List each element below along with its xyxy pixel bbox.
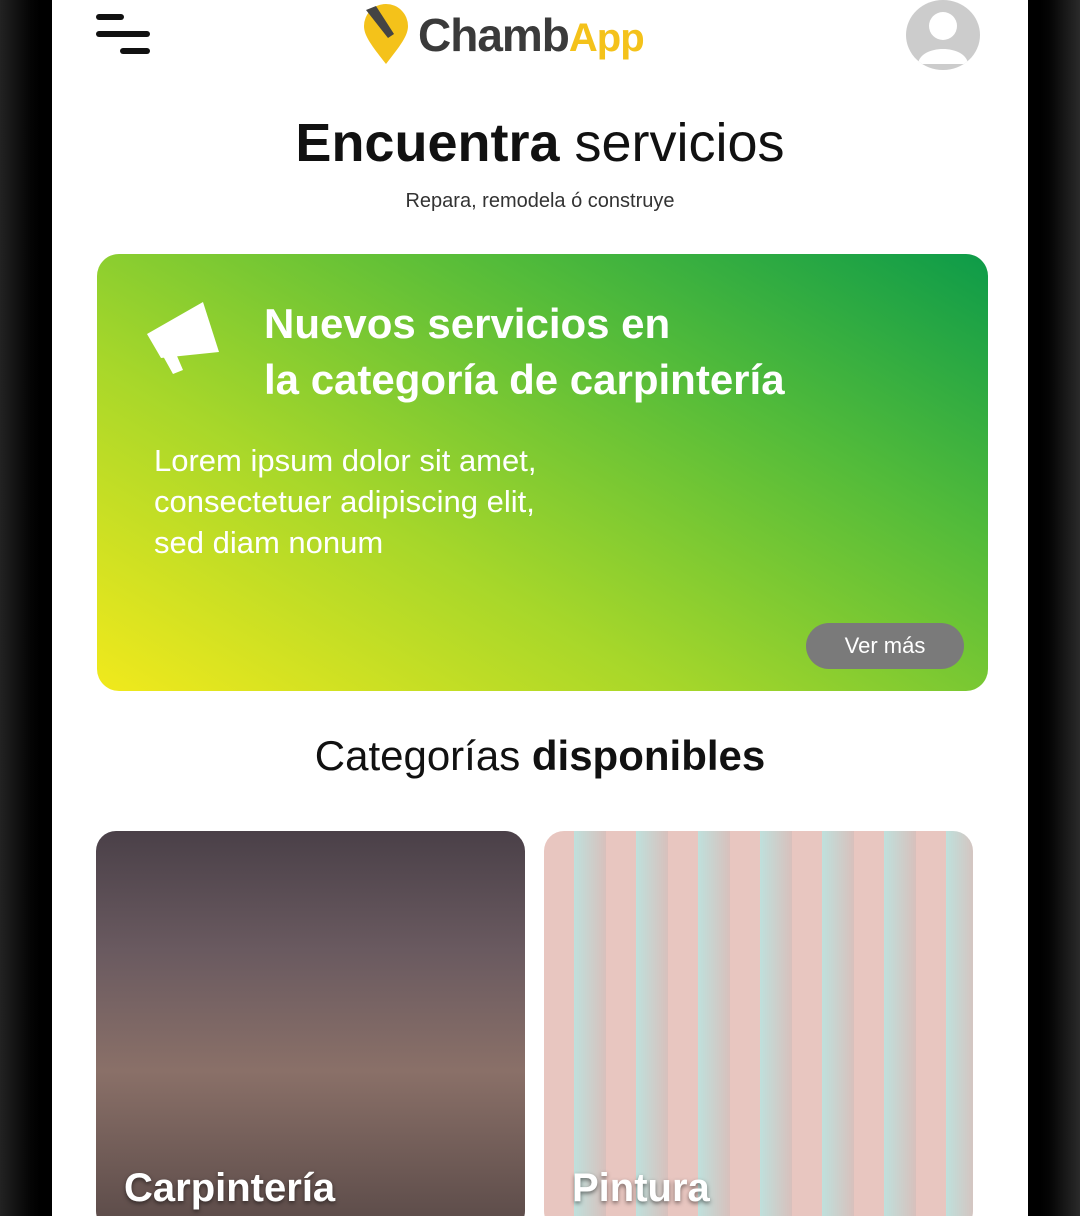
logo-text: Chamb xyxy=(418,9,570,61)
app-logo: ChambApp xyxy=(362,4,645,66)
banner-headline: Nuevos servicios en la categoría de carpi… xyxy=(264,300,785,403)
page-subtitle: Repara, remodela ó construye xyxy=(405,190,675,212)
see-more-button[interactable]: Ver más xyxy=(806,623,964,669)
category-card-carpinteria[interactable]: Carpintería xyxy=(96,831,525,1216)
menu-icon[interactable] xyxy=(96,14,150,58)
category-label: Pintura xyxy=(572,1166,710,1210)
profile-avatar-icon[interactable] xyxy=(906,0,980,70)
app-screen: ChambApp Encuentra servicios Repara, rem… xyxy=(52,0,1028,1216)
page-title: Encuentra servicios xyxy=(295,113,785,173)
categories-title: Categorías disponibles xyxy=(314,732,766,779)
category-card-pintura[interactable]: Pintura xyxy=(544,831,973,1216)
promo-banner[interactable]: Nuevos servicios en la categoría de carpi… xyxy=(97,254,988,691)
category-label: Carpintería xyxy=(124,1166,336,1210)
logo-accent-text: App xyxy=(568,16,645,60)
banner-body: Lorem ipsum dolor sit amet, consectetuer … xyxy=(154,443,537,560)
wrench-pin-icon xyxy=(364,4,408,64)
megaphone-icon xyxy=(147,302,219,374)
